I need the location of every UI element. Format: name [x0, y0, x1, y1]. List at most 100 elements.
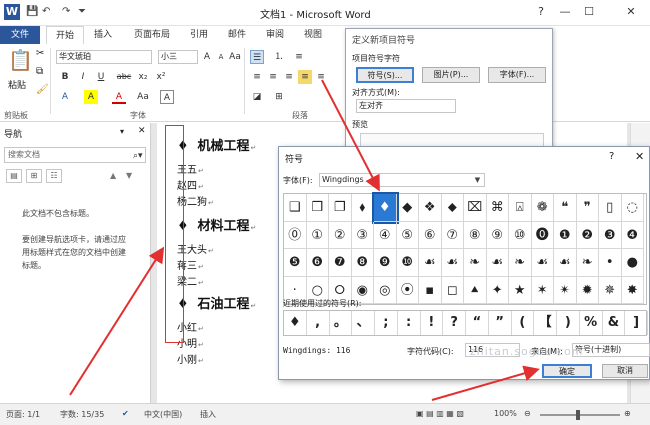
recent-symbol-cell[interactable]: ! [421, 311, 444, 335]
char-border-button[interactable]: A [160, 90, 174, 104]
recent-symbol-cell[interactable]: ) [557, 311, 580, 335]
picture-button[interactable]: 图片(P)... [422, 67, 480, 83]
symbol-cell[interactable]: ▯ [599, 194, 622, 222]
list-item[interactable]: 小刚↵ [177, 351, 204, 366]
font-button[interactable]: 字体(F)... [488, 67, 546, 83]
bold-button[interactable]: B [58, 70, 72, 84]
font-select[interactable]: Wingdings [319, 173, 485, 187]
symbol-cell[interactable]: ✶ [531, 276, 554, 304]
symbol-cell[interactable]: ☙ [441, 249, 464, 277]
symbol-cell[interactable]: ❑ [284, 194, 307, 222]
recent-symbol-cell[interactable]: % [580, 311, 603, 335]
view-buttons-icon[interactable]: ▣ ▤ ▥ ▦ ▧ [416, 409, 464, 418]
nav-tab-headings[interactable]: ▤ [6, 169, 22, 183]
italic-button[interactable]: I [76, 70, 90, 84]
search-icon[interactable]: ⌕▾ [133, 149, 143, 163]
recent-symbol-cell[interactable]: ♦ [284, 311, 307, 335]
symbol-cell[interactable]: ❁ [531, 194, 554, 222]
symbol-cell[interactable]: ② [329, 221, 352, 249]
cut-icon[interactable]: ✂ [36, 48, 44, 59]
font-color-button[interactable]: A [112, 90, 126, 104]
zoom-in-icon[interactable]: ⊕ [624, 409, 631, 418]
symbol-cell[interactable]: ❶ [554, 221, 577, 249]
symbol-cell[interactable]: ❺ [284, 249, 307, 277]
help-icon[interactable]: ? [530, 4, 552, 20]
nav-next-icon[interactable]: ▼ [126, 171, 132, 180]
symbol-cell[interactable]: ◻ [441, 276, 464, 304]
align-center-button[interactable]: ≡ [266, 70, 280, 84]
underline-button[interactable]: U [94, 70, 108, 84]
save-icon[interactable]: 💾 [26, 6, 38, 17]
symbol-cell[interactable]: ❧ [464, 249, 487, 277]
symbol-cell[interactable]: ❧ [576, 249, 599, 277]
recent-symbol-cell[interactable]: ; [375, 311, 398, 335]
minimize-button[interactable]: — [554, 4, 576, 20]
symbol-cell[interactable]: ⑨ [486, 221, 509, 249]
undo-icon[interactable]: ↶ [42, 6, 50, 17]
paste-label[interactable]: 粘贴 [8, 78, 26, 91]
symbol-cell[interactable]: ❐ [329, 194, 352, 222]
symbol-cell[interactable]: ❼ [329, 249, 352, 277]
symbol-cell[interactable]: • [599, 249, 622, 277]
recent-symbol-cell[interactable]: 【 [534, 311, 557, 335]
symbol-cell[interactable]: ☙ [531, 249, 554, 277]
insert-mode[interactable]: 插入 [200, 409, 216, 420]
symbol-cell[interactable]: ☙ [554, 249, 577, 277]
shading-icon[interactable]: ◪ [250, 90, 264, 104]
recent-symbol-cell[interactable]: 。 [330, 311, 353, 335]
zoom-level[interactable]: 100% [494, 409, 517, 418]
recent-symbol-cell[interactable]: ? [443, 311, 466, 335]
symbol-cell[interactable]: ⓿ [531, 221, 554, 249]
change-case-button[interactable]: Aa [228, 50, 242, 64]
font-name-select[interactable]: 华文琥珀 [56, 50, 152, 64]
symbol-cell[interactable]: ❹ [621, 221, 644, 249]
recent-symbol-cell[interactable]: , [307, 311, 330, 335]
text-effects-button[interactable]: A [58, 90, 72, 104]
zoom-out-icon[interactable]: ⊖ [524, 409, 531, 418]
customize-toolbar-icon[interactable]: ⏷ [78, 6, 86, 17]
proofing-icon[interactable]: ✔ [122, 409, 129, 418]
copy-icon[interactable]: ⧉ [36, 66, 43, 77]
zoom-slider-thumb[interactable] [576, 410, 580, 420]
tab-view[interactable]: 视图 [300, 26, 326, 44]
section-heading-1[interactable]: ♦ 机械工程↵ [177, 135, 256, 154]
recent-symbol-cell[interactable]: ( [512, 311, 535, 335]
recent-symbol-cell[interactable]: 、 [352, 311, 375, 335]
symbol-cell[interactable]: ⦿ [396, 276, 419, 304]
word-count[interactable]: 字数: 15/35 [60, 409, 104, 420]
symbol-cell[interactable]: ⑧ [464, 221, 487, 249]
tab-file[interactable]: 文件 [0, 26, 40, 44]
symbol-cell[interactable]: ❧ [509, 249, 532, 277]
symbol-cell[interactable]: ✦ [486, 276, 509, 304]
nav-search-input[interactable]: 搜索文档 ⌕▾ [4, 147, 146, 163]
align-left-button[interactable]: ≡ [250, 70, 264, 84]
tab-mailings[interactable]: 邮件 [224, 26, 250, 44]
symbol-cell[interactable]: ⓪ [284, 221, 307, 249]
case-button[interactable]: Aa [136, 90, 150, 104]
recent-symbol-cell[interactable]: ” [489, 311, 512, 335]
cancel-button[interactable]: 取消 [602, 364, 648, 378]
tab-references[interactable]: 引用 [186, 26, 212, 44]
strikethrough-button[interactable]: abc [114, 70, 134, 84]
page-count[interactable]: 页面: 1/1 [6, 409, 40, 420]
recent-symbol-cell[interactable]: : [398, 311, 421, 335]
numbering-button[interactable]: ⒈ [272, 50, 286, 64]
symbol-cell[interactable]: ① [306, 221, 329, 249]
align-select[interactable]: 左对齐 [356, 99, 456, 113]
language-status[interactable]: 中文(中国) [144, 409, 182, 420]
symbol-cell[interactable]: ❸ [599, 221, 622, 249]
zoom-slider[interactable] [540, 414, 620, 416]
help-icon[interactable]: ? [609, 151, 614, 162]
section-heading-3[interactable]: ♦ 石油工程↵ [177, 293, 256, 312]
nav-tab-results[interactable]: ☷ [46, 169, 62, 183]
symbol-button[interactable]: 符号(S)... [356, 67, 414, 83]
symbol-cell[interactable]: ⍓ [509, 194, 532, 222]
symbol-cell[interactable]: ⌧ [464, 194, 487, 222]
symbol-cell[interactable]: ❷ [576, 221, 599, 249]
from-select[interactable]: 符号(十进制) [572, 343, 650, 357]
grow-font-button[interactable]: A [200, 50, 214, 64]
recent-symbol-cell[interactable]: ] [625, 311, 648, 335]
paste-icon[interactable]: 📋 [8, 48, 33, 72]
symbol-cell[interactable]: ● [621, 249, 644, 277]
symbol-cell[interactable]: ☙ [419, 249, 442, 277]
